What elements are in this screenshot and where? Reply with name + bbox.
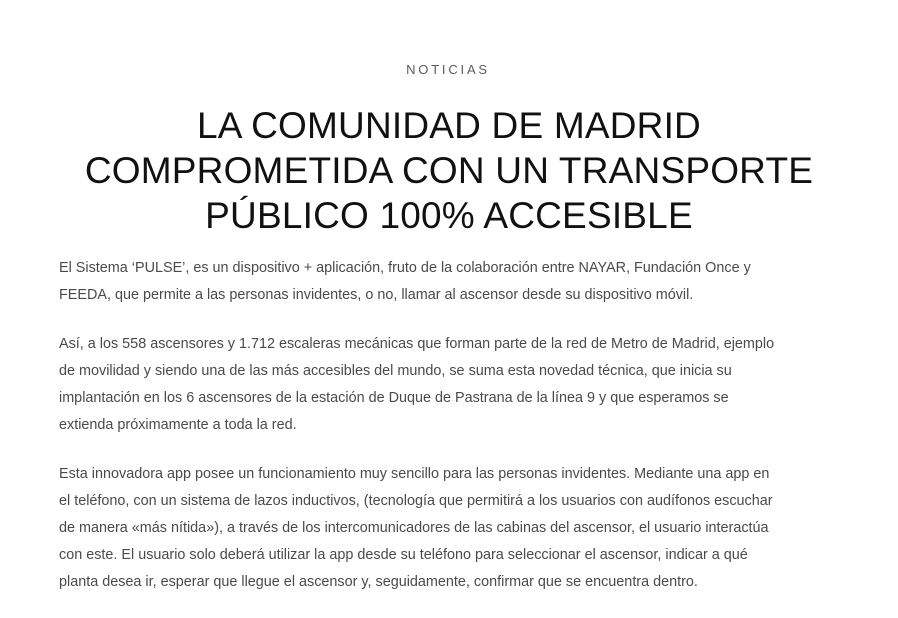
article-paragraph: Esta innovadora app posee un funcionamie… xyxy=(59,461,839,596)
paragraph-line: extienda próximamente a toda la red. xyxy=(59,417,297,433)
paragraph-line: Esta innovadora app posee un funcionamie… xyxy=(59,466,770,482)
paragraph-line: implantación en los 6 ascensores de la e… xyxy=(59,390,729,406)
article-title: LA COMUNIDAD DE MADRID COMPROMETIDA CON … xyxy=(40,103,858,238)
paragraph-line: FEEDA, que permite a las personas invide… xyxy=(59,287,694,303)
paragraph-line: Así, a los 558 ascensores y 1.712 escale… xyxy=(59,336,775,352)
paragraph-line: de manera «más nítida»), a través de los… xyxy=(59,520,769,536)
article-title-line: COMPROMETIDA CON UN TRANSPORTE xyxy=(84,150,814,191)
paragraph-line: con este. El usuario solo deberá utiliza… xyxy=(59,547,748,563)
article-paragraph: El Sistema ‘PULSE’, es un dispositivo + … xyxy=(59,255,839,309)
article-title-line: PÚBLICO 100% ACCESIBLE xyxy=(205,195,693,236)
article-paragraph: Así, a los 558 ascensores y 1.712 escale… xyxy=(59,331,839,439)
article-body: El Sistema ‘PULSE’, es un dispositivo + … xyxy=(59,255,839,618)
paragraph-line: de movilidad y siendo una de las más acc… xyxy=(59,363,732,379)
article-title-line: LA COMUNIDAD DE MADRID xyxy=(197,105,701,146)
paragraph-line: El Sistema ‘PULSE’, es un dispositivo + … xyxy=(59,260,751,276)
category-label[interactable]: NOTICIAS xyxy=(0,62,896,78)
paragraph-line: el teléfono, con un sistema de lazos ind… xyxy=(59,493,773,509)
paragraph-line: planta desea ir, esperar que llegue el a… xyxy=(59,574,698,590)
